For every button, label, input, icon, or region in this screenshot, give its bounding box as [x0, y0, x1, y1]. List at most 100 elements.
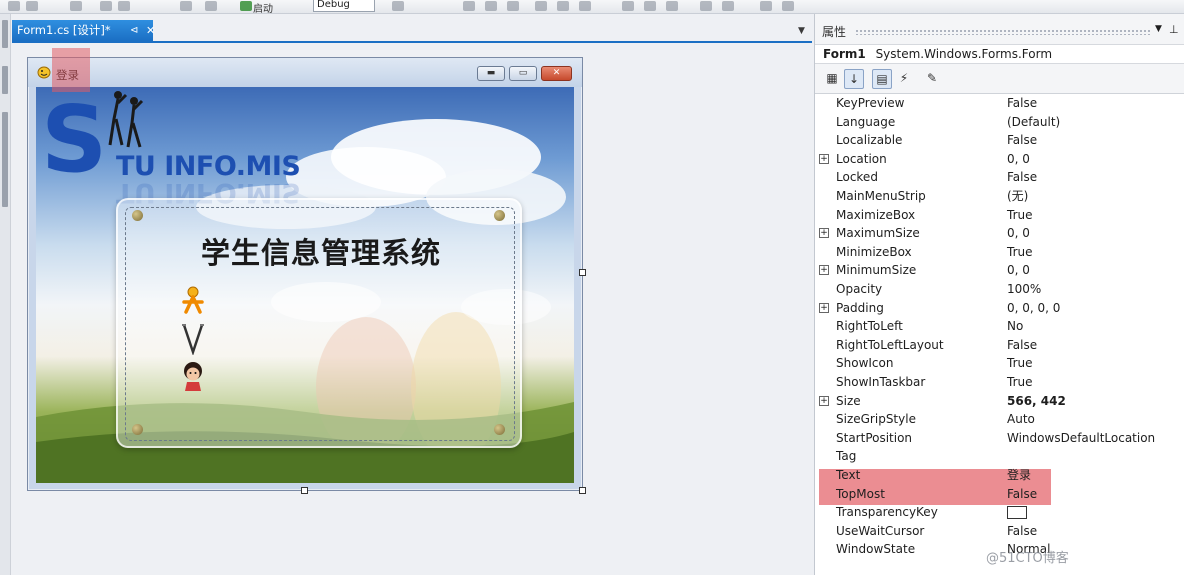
property-value[interactable]: 0, 0 — [1007, 224, 1030, 242]
align-top-icon[interactable] — [535, 1, 547, 11]
align-middle-icon[interactable] — [557, 1, 569, 11]
property-row-location[interactable]: + Location 0, 0 — [815, 150, 1184, 169]
bring-to-front-icon[interactable] — [760, 1, 772, 11]
property-row-minimizebox[interactable]: MinimizeBox True — [815, 243, 1184, 262]
undo-icon[interactable] — [8, 1, 20, 11]
property-value[interactable]: False — [1007, 131, 1037, 149]
save-icon[interactable] — [100, 1, 112, 11]
property-value[interactable]: False — [1007, 336, 1037, 354]
form-window[interactable]: 登录 ▬ ▭ ✕ S — [27, 57, 583, 491]
properties-view-icon[interactable]: ▤ — [872, 69, 892, 89]
send-to-back-icon[interactable] — [782, 1, 794, 11]
property-row-righttoleft[interactable]: RightToLeft No — [815, 317, 1184, 336]
tab-form1-designer[interactable]: Form1.cs [设计]* ⊲ ✕ — [12, 20, 155, 41]
property-row-size[interactable]: + Size 566, 442 — [815, 392, 1184, 411]
property-row-startposition[interactable]: StartPosition WindowsDefaultLocation — [815, 429, 1184, 448]
property-value[interactable]: True — [1007, 373, 1033, 391]
resize-handle-right[interactable] — [579, 269, 586, 276]
solution-config-select[interactable]: Debug — [313, 0, 375, 12]
property-row-text[interactable]: Text 登录 — [815, 466, 1184, 485]
expand-icon[interactable]: + — [819, 302, 829, 313]
toolbox-tab[interactable] — [2, 66, 8, 94]
expand-icon[interactable]: + — [819, 395, 829, 406]
pin-icon[interactable]: ⊲ — [130, 20, 138, 41]
maximize-button[interactable]: ▭ — [509, 66, 537, 81]
property-value[interactable]: True — [1007, 354, 1033, 372]
property-row-transparencykey[interactable]: TransparencyKey — [815, 503, 1184, 522]
same-size-icon[interactable] — [666, 1, 678, 11]
panel-menu-dropdown-icon[interactable]: ▼ — [1155, 24, 1162, 34]
horizontal-spacing-icon[interactable] — [700, 1, 712, 11]
property-value[interactable]: 0, 0, 0, 0 — [1007, 299, 1060, 317]
property-row-keypreview[interactable]: KeyPreview False — [815, 94, 1184, 113]
property-row-locked[interactable]: Locked False — [815, 168, 1184, 187]
resize-handle-bottom[interactable] — [301, 487, 308, 494]
property-value[interactable]: 100% — [1007, 280, 1041, 298]
property-row-righttoleftlayout[interactable]: RightToLeftLayout False — [815, 336, 1184, 355]
property-value[interactable]: False — [1007, 522, 1037, 540]
color-swatch[interactable] — [1007, 506, 1027, 520]
property-value[interactable]: No — [1007, 317, 1023, 335]
property-row-localizable[interactable]: Localizable False — [815, 131, 1184, 150]
minimize-button[interactable]: ▬ — [477, 66, 505, 81]
same-width-icon[interactable] — [622, 1, 634, 11]
align-center-icon[interactable] — [485, 1, 497, 11]
align-bottom-icon[interactable] — [579, 1, 591, 11]
start-button-label[interactable]: 启动 — [253, 0, 273, 15]
navigate-back-icon[interactable] — [180, 1, 192, 11]
panel-pin-icon[interactable]: ⊥ — [1169, 23, 1179, 36]
new-file-icon[interactable] — [70, 1, 82, 11]
property-row-padding[interactable]: + Padding 0, 0, 0, 0 — [815, 299, 1184, 318]
form-titlebar[interactable]: 登录 ▬ ▭ ✕ — [28, 58, 582, 87]
server-explorer-tab[interactable] — [2, 20, 8, 48]
save-all-icon[interactable] — [118, 1, 130, 11]
property-value[interactable]: False — [1007, 94, 1037, 112]
same-height-icon[interactable] — [644, 1, 656, 11]
find-icon[interactable] — [392, 1, 404, 11]
align-right-icon[interactable] — [507, 1, 519, 11]
close-button[interactable]: ✕ — [541, 66, 572, 81]
data-sources-tab[interactable] — [2, 112, 8, 207]
vertical-spacing-icon[interactable] — [722, 1, 734, 11]
property-value[interactable]: True — [1007, 206, 1033, 224]
property-value[interactable]: 566, 442 — [1007, 392, 1066, 410]
property-grid[interactable]: KeyPreview False Language (Default) Localiza… — [815, 93, 1184, 575]
property-row-tag[interactable]: Tag — [815, 447, 1184, 466]
property-row-mainmenustrip[interactable]: MainMenuStrip (无) — [815, 187, 1184, 206]
property-value[interactable]: (Default) — [1007, 113, 1060, 131]
property-value[interactable]: Auto — [1007, 410, 1035, 428]
categorized-icon[interactable]: ▦ — [822, 69, 842, 89]
resize-handle-bottom-right[interactable] — [579, 487, 586, 494]
property-pages-wrench-icon[interactable]: ✎ — [922, 69, 942, 89]
property-value[interactable]: 登录 — [1007, 466, 1031, 484]
navigate-forward-icon[interactable] — [205, 1, 217, 11]
panel-grip[interactable] — [855, 29, 1150, 35]
property-row-topmost[interactable]: TopMost False — [815, 485, 1184, 504]
property-value[interactable]: 0, 0 — [1007, 261, 1030, 279]
align-left-icon[interactable] — [463, 1, 475, 11]
expand-icon[interactable]: + — [819, 153, 829, 164]
document-list-dropdown-icon[interactable]: ▼ — [798, 26, 805, 36]
events-lightning-icon[interactable]: ⚡ — [894, 69, 914, 89]
property-value[interactable]: False — [1007, 485, 1037, 503]
property-row-showicon[interactable]: ShowIcon True — [815, 354, 1184, 373]
object-selector[interactable]: Form1 System.Windows.Forms.Form — [815, 44, 1184, 64]
property-row-minimumsize[interactable]: + MinimumSize 0, 0 — [815, 261, 1184, 280]
property-row-maximumsize[interactable]: + MaximumSize 0, 0 — [815, 224, 1184, 243]
property-row-showintaskbar[interactable]: ShowInTaskbar True — [815, 373, 1184, 392]
alphabetical-icon[interactable]: ↓ — [844, 69, 864, 89]
property-value[interactable]: True — [1007, 243, 1033, 261]
property-value[interactable]: (无) — [1007, 187, 1028, 205]
property-row-sizegripstyle[interactable]: SizeGripStyle Auto — [815, 410, 1184, 429]
property-value[interactable]: False — [1007, 168, 1037, 186]
property-row-opacity[interactable]: Opacity 100% — [815, 280, 1184, 299]
property-row-maximizebox[interactable]: MaximizeBox True — [815, 206, 1184, 225]
property-row-usewaitcursor[interactable]: UseWaitCursor False — [815, 522, 1184, 541]
expand-icon[interactable]: + — [819, 265, 829, 276]
property-value[interactable]: WindowsDefaultLocation — [1007, 429, 1155, 447]
redo-icon[interactable] — [26, 1, 38, 11]
property-row-language[interactable]: Language (Default) — [815, 113, 1184, 132]
close-icon[interactable]: ✕ — [146, 20, 155, 41]
start-icon[interactable] — [240, 1, 252, 11]
property-value[interactable]: 0, 0 — [1007, 150, 1030, 168]
